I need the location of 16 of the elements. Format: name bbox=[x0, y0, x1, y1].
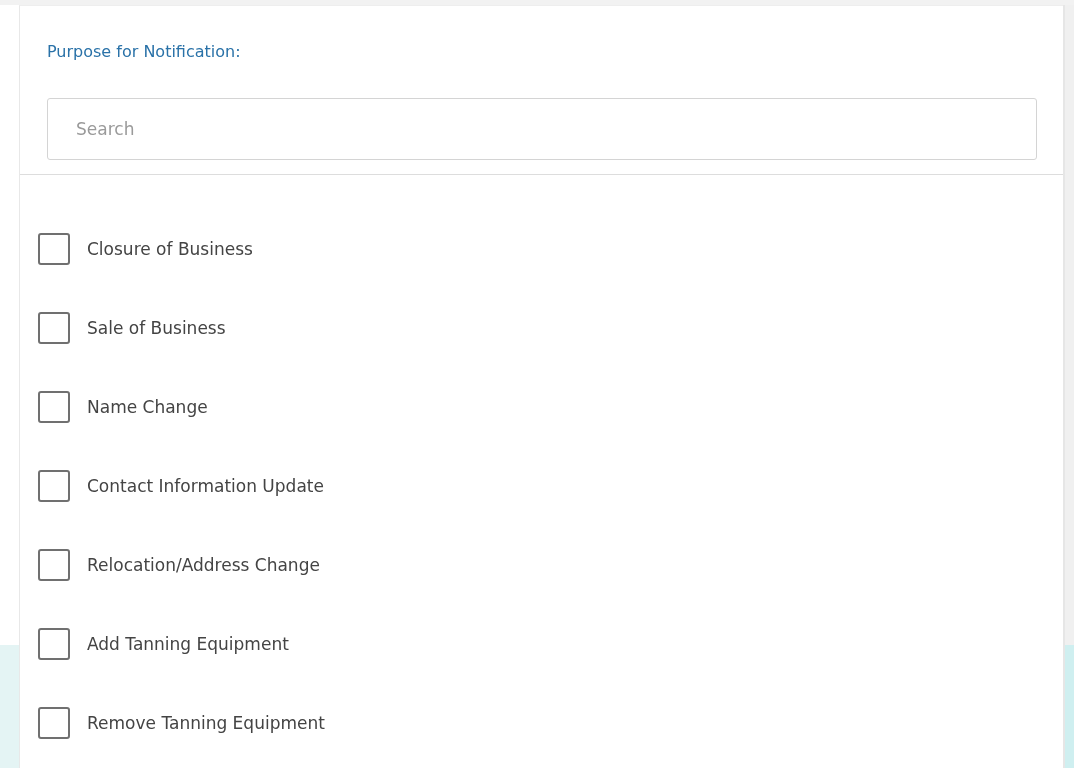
panel-title: Purpose for Notification: bbox=[46, 41, 242, 62]
option-label[interactable]: Sale of Business bbox=[87, 317, 226, 338]
checkbox[interactable] bbox=[38, 548, 70, 581]
option-label[interactable]: Closure of Business bbox=[87, 238, 253, 259]
option-label[interactable]: Add Tanning Equipment bbox=[87, 633, 289, 654]
checkbox[interactable] bbox=[38, 311, 70, 344]
option-label[interactable]: Relocation/Address Change bbox=[87, 554, 320, 575]
checkbox[interactable] bbox=[38, 627, 70, 660]
checkbox[interactable] bbox=[38, 390, 70, 423]
search-field[interactable]: Search bbox=[47, 98, 1037, 160]
checkbox[interactable] bbox=[38, 706, 70, 739]
checkbox[interactable] bbox=[38, 232, 70, 265]
option-label[interactable]: Name Change bbox=[87, 396, 208, 417]
option-label[interactable]: Contact Information Update bbox=[87, 475, 324, 496]
checkbox[interactable] bbox=[38, 469, 70, 502]
option-label[interactable]: Remove Tanning Equipment bbox=[87, 712, 325, 733]
